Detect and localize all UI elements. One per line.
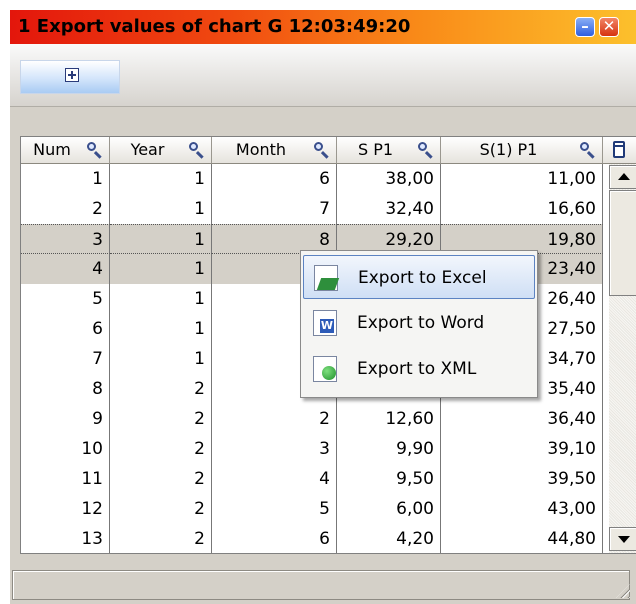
cell-num[interactable]: 3 <box>21 224 110 254</box>
cell-year[interactable]: 1 <box>110 164 212 194</box>
cell-s-p1[interactable]: 38,00 <box>337 164 441 194</box>
cell-month[interactable]: 4 <box>212 464 337 494</box>
cell-num[interactable]: 8 <box>21 374 110 404</box>
column-header-label: Month <box>235 140 287 159</box>
table-row[interactable]: 2 1 7 32,40 16,60 <box>21 194 603 224</box>
column-chooser-icon <box>613 141 625 158</box>
table-row[interactable]: 11 2 4 9,50 39,50 <box>21 464 603 494</box>
cell-month[interactable]: 3 <box>212 434 337 464</box>
cell-num[interactable]: 1 <box>21 164 110 194</box>
cell-year[interactable]: 2 <box>110 434 212 464</box>
menu-item-label: Export to Word <box>357 313 485 333</box>
cell-year[interactable]: 2 <box>110 494 212 524</box>
scroll-up-button[interactable] <box>609 165 636 189</box>
cell-num[interactable]: 7 <box>21 344 110 374</box>
cell-num[interactable]: 6 <box>21 314 110 344</box>
cell-num[interactable]: 13 <box>21 524 110 553</box>
column-header-label: S(1) P1 <box>479 140 538 159</box>
menu-item-label: Export to Excel <box>358 268 487 288</box>
status-bar <box>10 566 636 604</box>
cell-year[interactable]: 2 <box>110 404 212 434</box>
cell-num[interactable]: 9 <box>21 404 110 434</box>
cell-year[interactable]: 2 <box>110 374 212 404</box>
search-icon[interactable] <box>314 142 330 158</box>
column-chooser-button[interactable] <box>603 137 636 164</box>
close-button[interactable]: ✕ <box>599 17 619 37</box>
column-header-label: Num <box>33 140 71 159</box>
column-header-year[interactable]: Year <box>110 137 212 164</box>
search-icon[interactable] <box>580 142 596 158</box>
cell-month[interactable]: 5 <box>212 494 337 524</box>
cell-num[interactable]: 10 <box>21 434 110 464</box>
status-panel <box>12 570 630 600</box>
column-header-s-p1[interactable]: S P1 <box>337 137 441 164</box>
arrow-up-icon <box>618 173 630 180</box>
menu-item-label: Export to XML <box>357 359 477 379</box>
toolbar <box>10 44 636 107</box>
cell-year[interactable]: 2 <box>110 464 212 494</box>
cell-year[interactable]: 1 <box>110 224 212 254</box>
table-row[interactable]: 9 2 2 12,60 36,40 <box>21 404 603 434</box>
excel-icon <box>314 265 338 291</box>
table-row[interactable]: 10 2 3 9,90 39,10 <box>21 434 603 464</box>
expand-button[interactable] <box>20 60 120 94</box>
xml-icon <box>313 356 337 382</box>
cell-s1-p1[interactable]: 36,40 <box>441 404 603 434</box>
cell-year[interactable]: 1 <box>110 344 212 374</box>
search-icon[interactable] <box>87 142 103 158</box>
minimize-button[interactable]: – <box>575 17 595 37</box>
cell-month[interactable]: 6 <box>212 164 337 194</box>
column-header-s1-p1[interactable]: S(1) P1 <box>441 137 603 164</box>
cell-year[interactable]: 1 <box>110 314 212 344</box>
cell-s1-p1[interactable]: 16,60 <box>441 194 603 224</box>
cell-num[interactable]: 4 <box>21 254 110 284</box>
plus-box-icon <box>65 68 79 82</box>
column-header-num[interactable]: Num <box>21 137 110 164</box>
cell-month[interactable]: 2 <box>212 404 337 434</box>
scroll-down-button[interactable] <box>609 527 636 551</box>
cell-s1-p1[interactable]: 39,10 <box>441 434 603 464</box>
cell-num[interactable]: 2 <box>21 194 110 224</box>
arrow-down-icon <box>618 536 630 543</box>
cell-month[interactable]: 7 <box>212 194 337 224</box>
scroll-thumb[interactable] <box>609 190 636 296</box>
cell-s-p1[interactable]: 32,40 <box>337 194 441 224</box>
cell-year[interactable]: 1 <box>110 194 212 224</box>
cell-year[interactable]: 2 <box>110 524 212 553</box>
search-icon[interactable] <box>189 142 205 158</box>
vertical-scrollbar[interactable] <box>609 164 636 553</box>
cell-num[interactable]: 12 <box>21 494 110 524</box>
column-header-label: Year <box>130 140 165 159</box>
cell-s1-p1[interactable]: 11,00 <box>441 164 603 194</box>
cell-s-p1[interactable]: 9,90 <box>337 434 441 464</box>
table-row[interactable]: 1 1 6 38,00 11,00 <box>21 164 603 194</box>
cell-year[interactable]: 1 <box>110 254 212 284</box>
export-to-xml-item[interactable]: Export to XML <box>303 347 535 391</box>
cell-year[interactable]: 1 <box>110 284 212 314</box>
export-to-excel-item[interactable]: Export to Excel <box>303 255 535 299</box>
cell-s-p1[interactable]: 12,60 <box>337 404 441 434</box>
window-title: 1 Export values of chart G 12:03:49:20 <box>18 16 411 37</box>
column-header-month[interactable]: Month <box>212 137 337 164</box>
cell-s-p1[interactable]: 4,20 <box>337 524 441 553</box>
cell-num[interactable]: 5 <box>21 284 110 314</box>
table-row[interactable]: 13 2 6 4,20 44,80 <box>21 524 603 553</box>
column-header-label: S P1 <box>357 140 394 159</box>
cell-s1-p1[interactable]: 39,50 <box>441 464 603 494</box>
context-menu: Export to Excel Export to Word Export to… <box>300 250 538 398</box>
table-row[interactable]: 12 2 5 6,00 43,00 <box>21 494 603 524</box>
cell-s1-p1[interactable]: 43,00 <box>441 494 603 524</box>
export-values-window: 1 Export values of chart G 12:03:49:20 –… <box>10 10 636 604</box>
cell-num[interactable]: 11 <box>21 464 110 494</box>
title-bar[interactable]: 1 Export values of chart G 12:03:49:20 –… <box>10 10 636 44</box>
export-to-word-item[interactable]: Export to Word <box>303 301 535 345</box>
cell-s-p1[interactable]: 9,50 <box>337 464 441 494</box>
cell-s-p1[interactable]: 6,00 <box>337 494 441 524</box>
cell-s1-p1[interactable]: 44,80 <box>441 524 603 553</box>
search-icon[interactable] <box>418 142 434 158</box>
cell-month[interactable]: 6 <box>212 524 337 553</box>
word-icon <box>313 310 337 336</box>
